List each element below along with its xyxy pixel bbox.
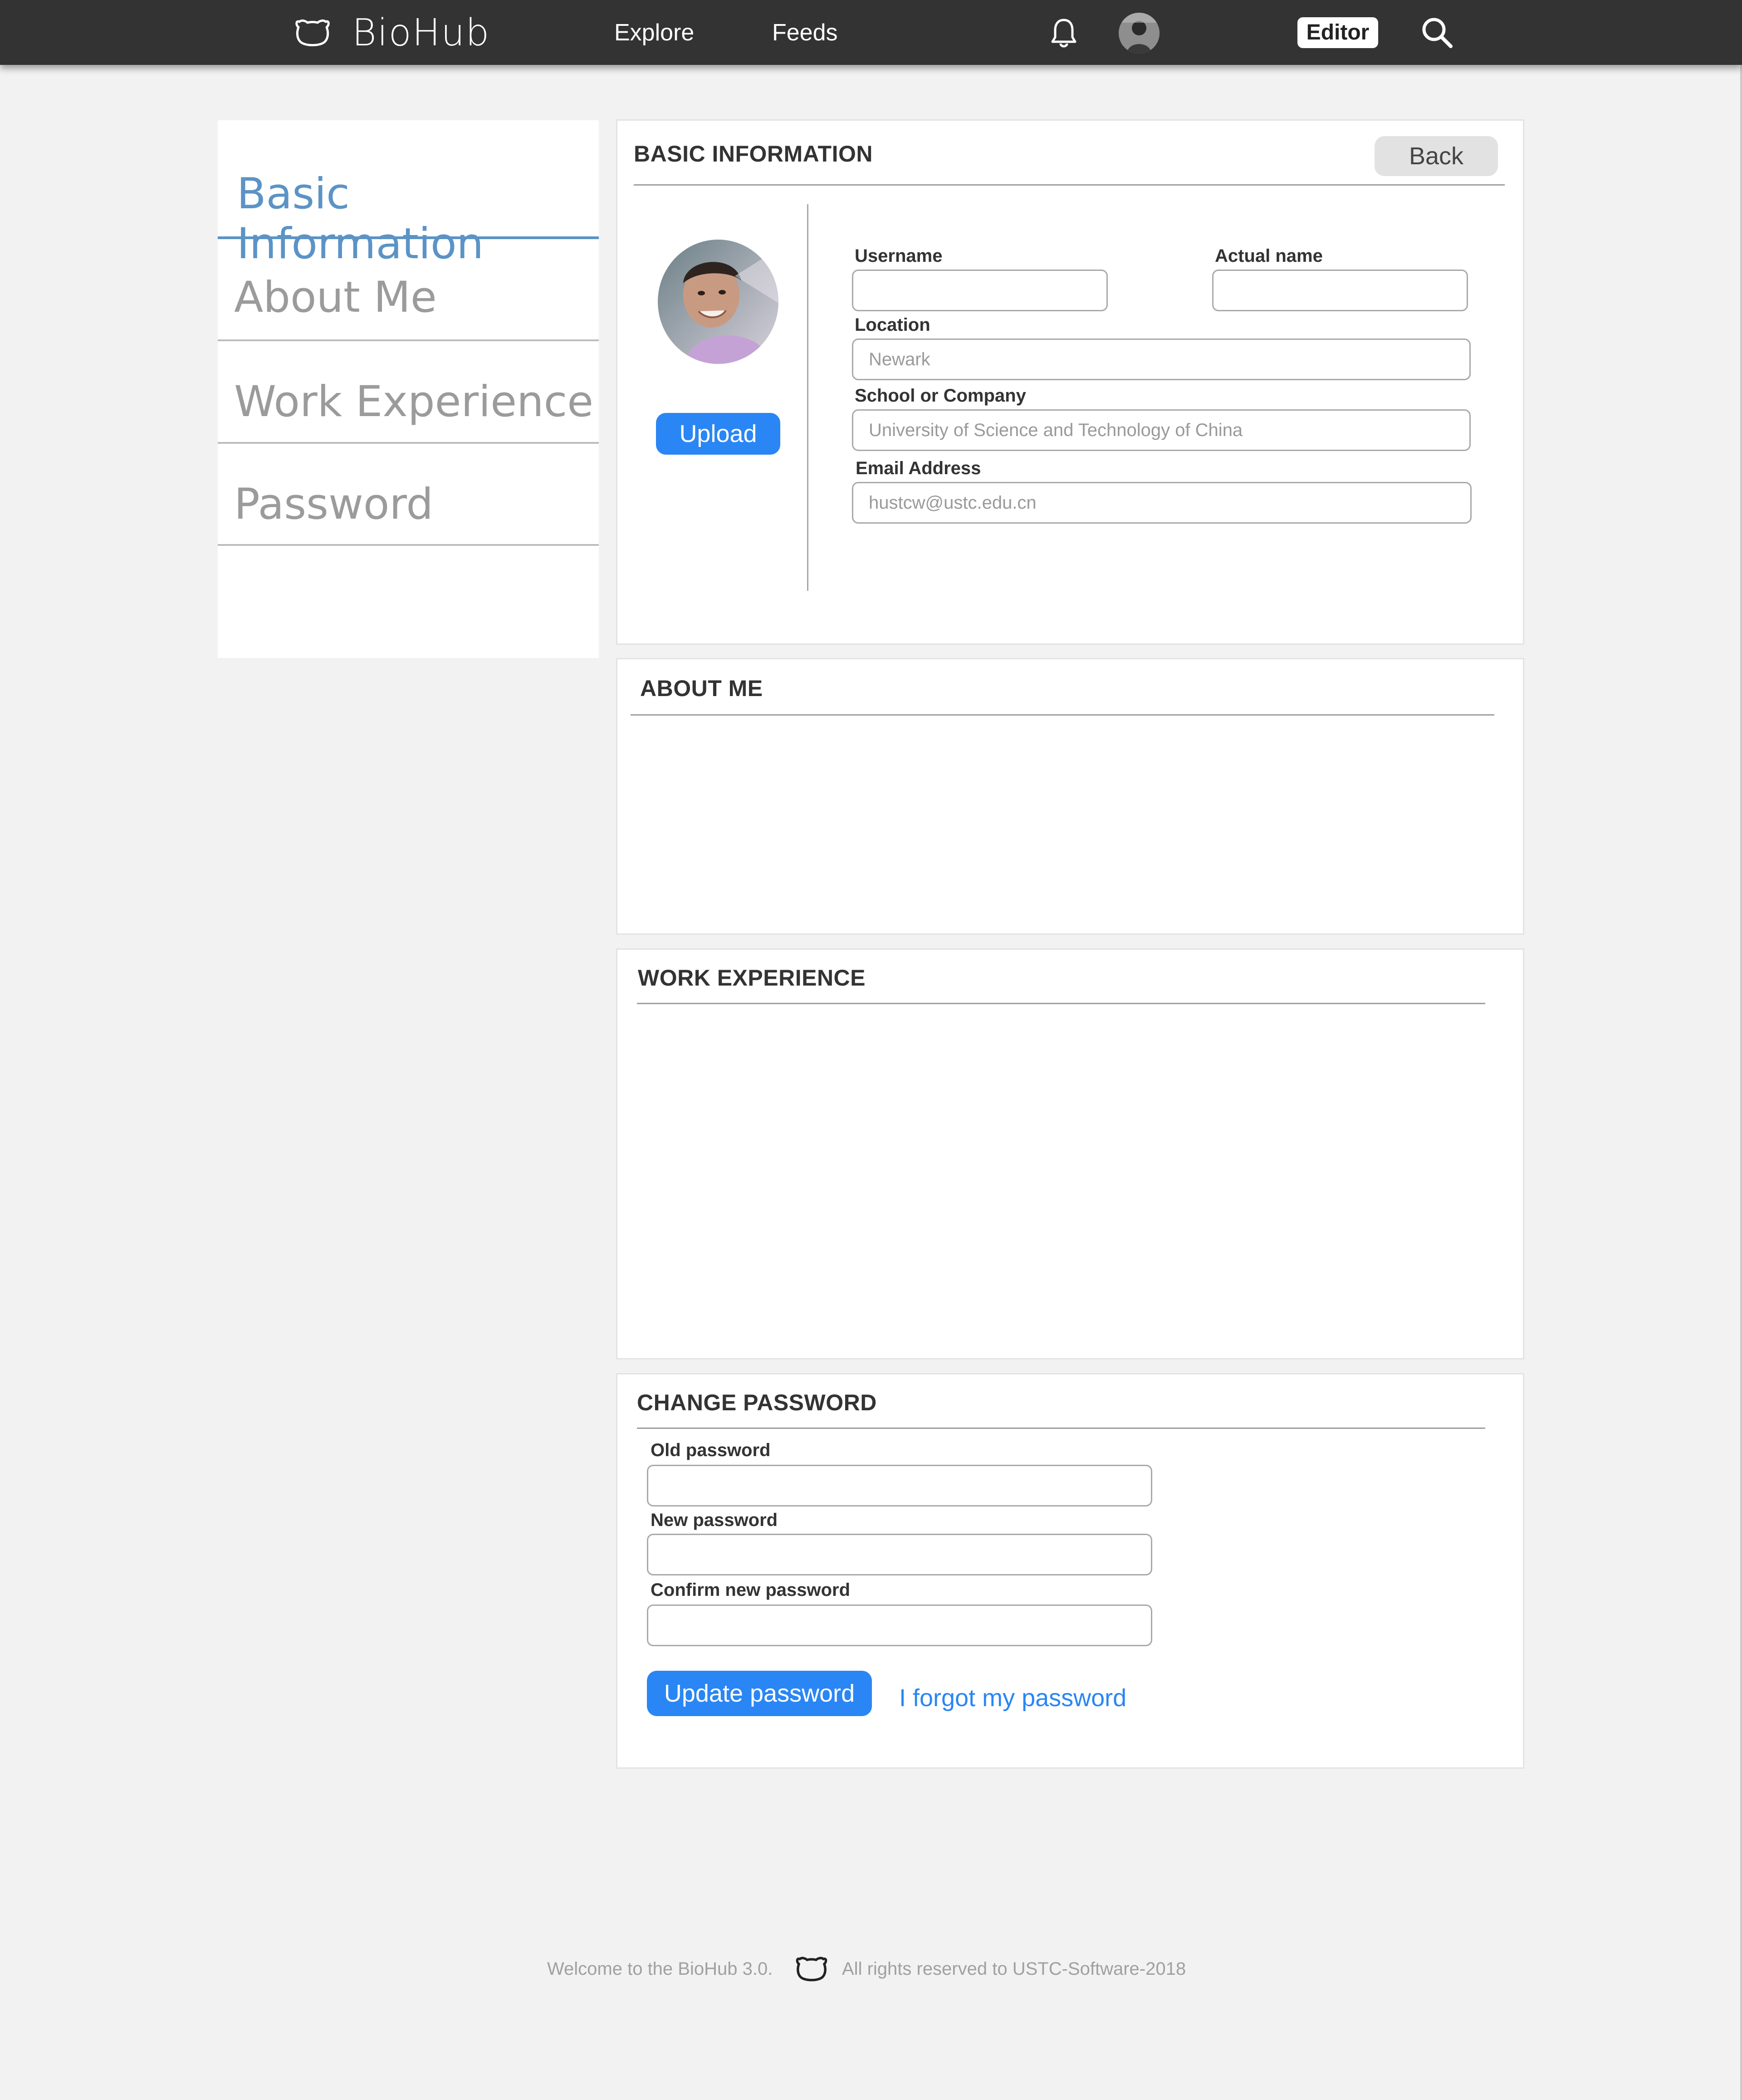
about-me-title: ABOUT ME [640, 676, 763, 701]
bear-face-icon [796, 1957, 827, 1982]
section-divider [637, 1003, 1485, 1004]
active-tab-underline [218, 236, 599, 239]
nav-explore-link[interactable]: Explore [614, 18, 694, 47]
confirm-password-input[interactable] [647, 1604, 1152, 1646]
bell-icon[interactable] [1049, 17, 1079, 49]
work-experience-title: WORK EXPERIENCE [638, 965, 866, 991]
email-address-label: Email Address [856, 458, 981, 478]
nav-feeds-link[interactable]: Feeds [772, 18, 838, 47]
top-navigation-bar: BioHub Explore Feeds Editor [0, 0, 1742, 65]
section-divider [631, 714, 1494, 716]
change-password-title: CHANGE PASSWORD [637, 1390, 877, 1415]
update-password-button[interactable]: Update password [647, 1671, 872, 1716]
actual-name-input[interactable] [1212, 270, 1468, 311]
location-label: Location [855, 315, 930, 335]
sidebar-item-label: About Me [234, 273, 437, 322]
profile-photo-image [658, 240, 778, 364]
username-input[interactable] [852, 270, 1108, 311]
user-silhouette-icon [1119, 13, 1160, 54]
settings-sidebar: Basic Information About Me Work Experien… [218, 120, 599, 658]
basic-information-card [616, 119, 1524, 645]
section-divider [637, 1428, 1485, 1429]
confirm-password-label: Confirm new password [651, 1580, 851, 1600]
school-company-input[interactable] [852, 409, 1471, 451]
user-avatar[interactable] [1119, 13, 1160, 54]
page-edge [1740, 65, 1742, 2100]
upload-photo-button[interactable]: Upload [656, 413, 780, 455]
back-button[interactable]: Back [1375, 136, 1498, 176]
footer-welcome-text: Welcome to the BioHub 3.0. [547, 1959, 773, 1979]
sidebar-divider [218, 339, 599, 341]
vertical-divider [807, 204, 808, 591]
sidebar-divider [218, 442, 599, 444]
new-password-input[interactable] [647, 1534, 1152, 1575]
old-password-input[interactable] [647, 1465, 1152, 1506]
work-experience-card [616, 948, 1524, 1359]
email-address-input[interactable] [852, 482, 1472, 524]
sidebar-item-label: Password [234, 480, 434, 529]
profile-photo [658, 240, 778, 364]
new-password-label: New password [651, 1510, 778, 1530]
sidebar-item-label: Basic Information [237, 169, 484, 269]
brand-logo-text[interactable]: BioHub [352, 13, 490, 54]
old-password-label: Old password [651, 1440, 771, 1460]
editor-button[interactable]: Editor [1297, 17, 1378, 48]
school-company-label: School or Company [855, 386, 1026, 406]
footer-rights-text: All rights reserved to USTC-Software-201… [842, 1959, 1186, 1979]
bear-face-icon[interactable] [295, 18, 330, 47]
section-divider [634, 184, 1505, 186]
forgot-password-link[interactable]: I forgot my password [899, 1683, 1126, 1712]
location-input[interactable] [852, 339, 1471, 380]
sidebar-item-label: Work Experience [234, 377, 594, 427]
search-icon[interactable] [1420, 15, 1454, 50]
actual-name-label: Actual name [1215, 246, 1323, 266]
basic-information-title: BASIC INFORMATION [634, 141, 873, 167]
username-label: Username [855, 246, 943, 266]
sidebar-divider [218, 544, 599, 546]
